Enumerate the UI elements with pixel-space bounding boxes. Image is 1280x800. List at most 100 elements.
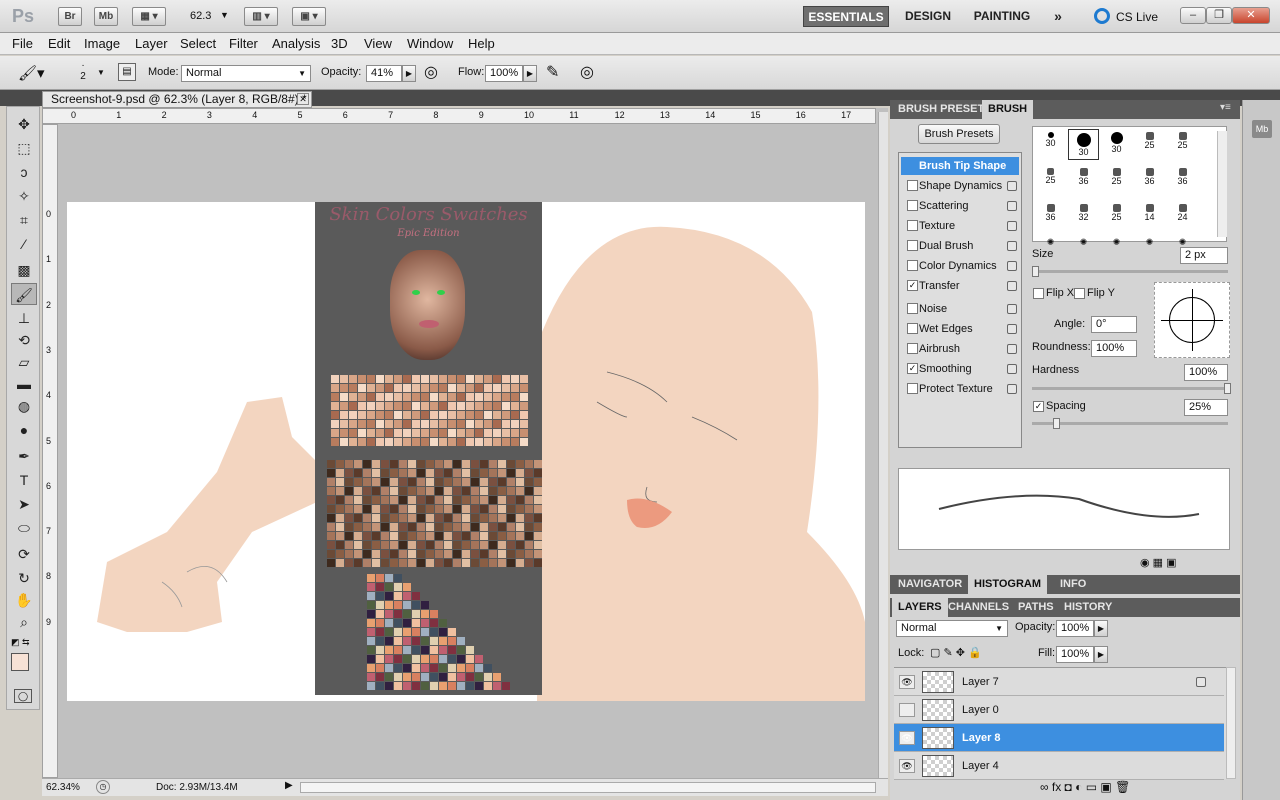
- brush-tip-scatter[interactable]: ✺: [1134, 237, 1165, 247]
- brush-tip[interactable]: 25: [1101, 165, 1132, 196]
- menu-file[interactable]: File: [12, 36, 33, 51]
- brush-option-texture[interactable]: Texture: [901, 217, 1019, 235]
- close-tab-icon[interactable]: ✕: [297, 93, 309, 105]
- zoom-dropdown-icon[interactable]: ▼: [220, 10, 229, 20]
- lasso-tool-icon[interactable]: ↄ: [11, 161, 37, 183]
- tab-layers[interactable]: LAYERS: [892, 598, 948, 617]
- brush-tip[interactable]: 24: [1167, 201, 1198, 232]
- brush-tip-scatter[interactable]: ✺: [1167, 237, 1198, 247]
- brush-tip[interactable]: 36: [1068, 165, 1099, 196]
- spot-healing-tool-icon[interactable]: ▩: [11, 259, 37, 281]
- clone-stamp-tool-icon[interactable]: ⊥: [11, 307, 37, 329]
- brush-option-shape-dynamics[interactable]: Shape Dynamics: [901, 177, 1019, 195]
- layer-row[interactable]: 👁 Layer 8: [894, 724, 1224, 752]
- brush-option-checkbox[interactable]: [907, 220, 918, 231]
- horizontal-scrollbar[interactable]: [300, 782, 876, 793]
- flow-slider-arrow-icon[interactable]: ▶: [523, 65, 537, 82]
- brush-option-checkbox[interactable]: ✓: [907, 363, 918, 374]
- move-tool-icon[interactable]: ✥: [11, 113, 37, 135]
- spacing-slider-thumb[interactable]: [1053, 418, 1060, 429]
- tip-grid-scrollbar[interactable]: [1217, 131, 1227, 237]
- menu-image[interactable]: Image: [84, 36, 120, 51]
- size-field[interactable]: 2 px: [1180, 247, 1228, 264]
- default-colors-icon[interactable]: ◩ ⇆: [11, 637, 30, 648]
- cs-live-menu[interactable]: CS Live: [1116, 10, 1158, 24]
- layer-row[interactable]: 👁 Layer 7: [894, 668, 1224, 696]
- mode-select[interactable]: Normal ▼: [181, 65, 311, 82]
- history-brush-tool-icon[interactable]: ⟲: [11, 329, 37, 351]
- lock-icons[interactable]: ▢ ✎ ✥ 🔒: [930, 646, 982, 659]
- vertical-scrollbar[interactable]: [878, 112, 888, 778]
- mini-bridge-panel-icon[interactable]: Mb: [1252, 120, 1272, 138]
- 3d-orbit-tool-icon[interactable]: ↻: [11, 567, 37, 589]
- lock-icon[interactable]: [1007, 384, 1017, 394]
- blend-mode-select[interactable]: Normal ▼: [896, 620, 1008, 637]
- pen-tool-icon[interactable]: ✒: [11, 445, 37, 467]
- lock-icon[interactable]: [1007, 201, 1017, 211]
- brush-tip[interactable]: 30: [1068, 129, 1099, 160]
- brush-option-checkbox[interactable]: [907, 343, 918, 354]
- marquee-tool-icon[interactable]: ⬚: [11, 137, 37, 159]
- hardness-slider[interactable]: [1032, 387, 1228, 390]
- brush-angle-preview[interactable]: [1154, 282, 1230, 358]
- restore-icon[interactable]: ❐: [1206, 7, 1232, 24]
- brush-tool-preset-icon[interactable]: 🖌▾: [18, 64, 45, 82]
- fill-field[interactable]: 100%: [1056, 646, 1094, 663]
- pressure-opacity-icon[interactable]: ◎: [424, 62, 438, 82]
- zoom-level[interactable]: 62.3: [190, 10, 211, 22]
- minimize-icon[interactable]: –: [1180, 7, 1206, 24]
- brush-option-brush-tip-shape[interactable]: Brush Tip Shape: [901, 157, 1019, 175]
- brush-option-wet-edges[interactable]: Wet Edges: [901, 320, 1019, 338]
- tab-info[interactable]: INFO: [1054, 575, 1092, 594]
- flow-field[interactable]: 100%: [485, 65, 523, 82]
- visibility-eye-icon[interactable]: 👁: [899, 759, 915, 773]
- menu-filter[interactable]: Filter: [229, 36, 258, 51]
- tab-histogram[interactable]: HISTOGRAM: [968, 575, 1048, 594]
- brush-panel-toggle-icon[interactable]: ▤: [118, 63, 136, 81]
- brush-tip[interactable]: 32: [1068, 201, 1099, 232]
- visibility-eye-icon[interactable]: 👁: [899, 675, 915, 689]
- foreground-color-swatch[interactable]: [11, 653, 29, 671]
- bridge-button[interactable]: Br: [58, 7, 82, 26]
- document-tab[interactable]: Screenshot-9.psd @ 62.3% (Layer 8, RGB/8…: [42, 91, 312, 108]
- brush-option-noise[interactable]: Noise: [901, 300, 1019, 318]
- flip-y-checkbox[interactable]: [1074, 288, 1085, 299]
- brush-option-checkbox[interactable]: [907, 200, 918, 211]
- brush-tip[interactable]: 36: [1035, 201, 1066, 232]
- brush-tip-scatter[interactable]: ✺: [1101, 237, 1132, 247]
- brush-option-dual-brush[interactable]: Dual Brush: [901, 237, 1019, 255]
- brush-panel-footer-icons[interactable]: ◉ ▦ ▣: [1140, 556, 1177, 569]
- opacity-slider-arrow-icon[interactable]: ▶: [402, 65, 416, 82]
- mini-bridge-button[interactable]: Mb: [94, 7, 118, 26]
- visibility-eye-icon[interactable]: 👁: [899, 731, 915, 745]
- brush-option-checkbox[interactable]: [907, 383, 918, 394]
- tab-navigator[interactable]: NAVIGATOR: [892, 575, 968, 594]
- menu-3d[interactable]: 3D: [331, 36, 348, 51]
- view-extras-button[interactable]: ▦ ▾: [132, 7, 166, 26]
- fill-arrow-icon[interactable]: ▶: [1094, 646, 1108, 663]
- status-zoom[interactable]: 62.34%: [46, 782, 80, 793]
- status-menu-arrow-icon[interactable]: ▶: [285, 780, 293, 791]
- brush-tip[interactable]: 30: [1035, 129, 1066, 160]
- layers-footer-icons[interactable]: ∞ fx ◘ ◐ ▭ ▣ 🗑: [1040, 780, 1130, 794]
- brush-tip[interactable]: 14: [1134, 201, 1165, 232]
- lock-icon[interactable]: [1007, 181, 1017, 191]
- lock-icon[interactable]: [1007, 304, 1017, 314]
- brush-option-scattering[interactable]: Scattering: [901, 197, 1019, 215]
- canvas[interactable]: Skin Colors Swatches Epic Edition: [67, 202, 865, 701]
- brush-tip[interactable]: 25: [1134, 129, 1165, 160]
- brush-size-picker[interactable]: · 2: [76, 60, 90, 82]
- layer-row[interactable]: 👁 Layer 4: [894, 752, 1224, 780]
- eraser-tool-icon[interactable]: ▱: [11, 351, 37, 373]
- eyedropper-tool-icon[interactable]: ⁄: [11, 233, 37, 255]
- hardness-slider-thumb[interactable]: [1224, 383, 1231, 394]
- shape-tool-icon[interactable]: ⬭: [11, 517, 37, 539]
- airbrush-icon[interactable]: ✎: [546, 62, 559, 82]
- brush-tip[interactable]: 36: [1134, 165, 1165, 196]
- hardness-field[interactable]: 100%: [1184, 364, 1228, 381]
- tab-paths[interactable]: PATHS: [1012, 598, 1060, 617]
- brush-option-checkbox[interactable]: [907, 240, 918, 251]
- opacity-field[interactable]: 41%: [366, 65, 402, 82]
- layer-row[interactable]: Layer 0: [894, 696, 1224, 724]
- panel-menu-icon[interactable]: ▾≡: [1220, 102, 1231, 113]
